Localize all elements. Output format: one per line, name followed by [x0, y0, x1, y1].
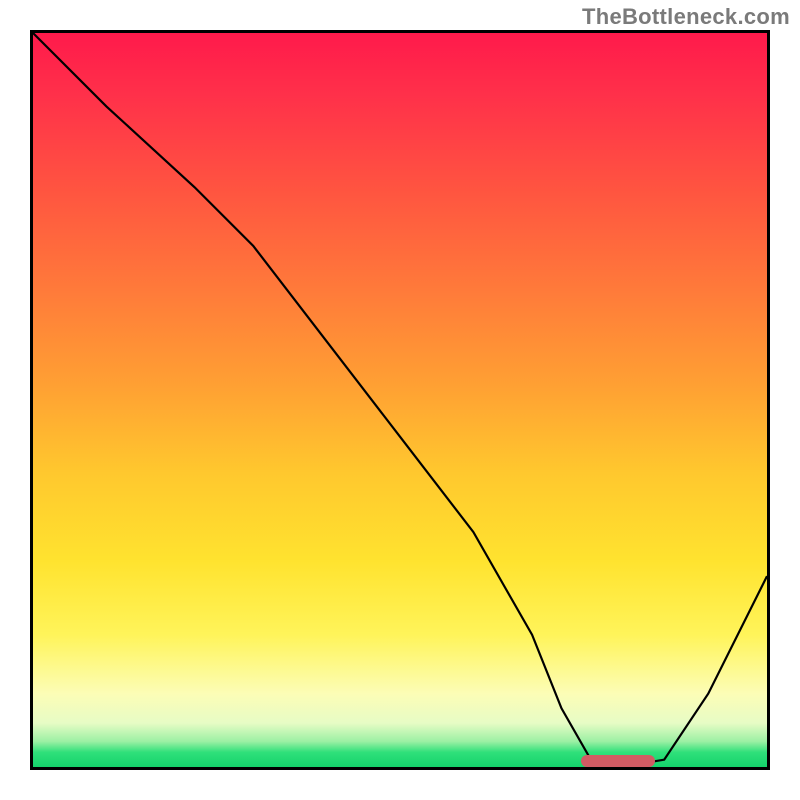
curve-svg: [33, 33, 767, 767]
chart-container: TheBottleneck.com: [0, 0, 800, 800]
watermark-text: TheBottleneck.com: [582, 4, 790, 30]
plot-area: [30, 30, 770, 770]
optimal-range-marker: [581, 755, 655, 767]
bottleneck-curve: [33, 33, 767, 767]
